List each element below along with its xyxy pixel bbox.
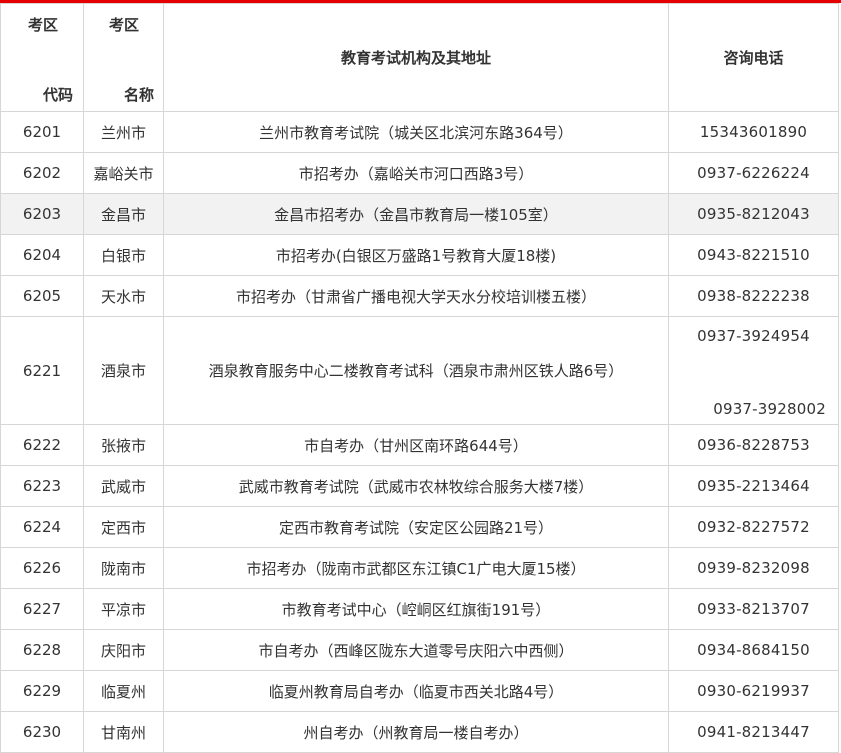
row-address: 金昌市招考办（金昌市教育局一楼105室）	[163, 193, 669, 235]
row-phone-multi: 0937-3924954 0937-3928002	[668, 316, 839, 425]
row-phone: 0941-8213447	[668, 711, 839, 753]
row-name: 天水市	[83, 275, 164, 317]
row-address: 定西市教育考试院（安定区公园路21号）	[163, 506, 669, 548]
row-phone: 0935-2213464	[668, 465, 839, 507]
header-code-top: 考区	[28, 16, 59, 34]
table-row: 6226 陇南市 市招考办（陇南市武都区东江镇C1广电大厦15楼） 0939-8…	[0, 547, 839, 589]
row-name: 酒泉市	[83, 316, 164, 425]
row-phone: 0933-8213707	[668, 588, 839, 630]
row-code: 6202	[0, 152, 84, 194]
row-code: 6230	[0, 711, 84, 753]
row-name: 张掖市	[83, 424, 164, 466]
row-address: 市自考办（西峰区陇东大道零号庆阳六中西侧）	[163, 629, 669, 671]
row-code: 6228	[0, 629, 84, 671]
row-address: 州自考办（州教育局一楼自考办）	[163, 711, 669, 753]
row-address: 市自考办（甘州区南环路644号）	[163, 424, 669, 466]
row-phone: 15343601890	[668, 111, 839, 153]
row-phone: 0930-6219937	[668, 670, 839, 712]
row-code: 6223	[0, 465, 84, 507]
row-phone: 0938-8222238	[668, 275, 839, 317]
header-name: 考区 名称	[83, 3, 164, 112]
row-address: 市教育考试中心（崆峒区红旗街191号）	[163, 588, 669, 630]
row-phone: 0939-8232098	[668, 547, 839, 589]
row-address: 兰州市教育考试院（城关区北滨河东路364号）	[163, 111, 669, 153]
row-name: 金昌市	[83, 193, 164, 235]
header-phone: 咨询电话	[668, 3, 839, 112]
header-name-top: 考区	[109, 16, 140, 34]
row-name: 陇南市	[83, 547, 164, 589]
table-row: 6201 兰州市 兰州市教育考试院（城关区北滨河东路364号） 15343601…	[0, 111, 839, 153]
table-row: 6205 天水市 市招考办（甘肃省广播电视大学天水分校培训楼五楼） 0938-8…	[0, 275, 839, 317]
row-code: 6229	[0, 670, 84, 712]
row-code: 6227	[0, 588, 84, 630]
row-code: 6201	[0, 111, 84, 153]
row-code: 6203	[0, 193, 84, 235]
table-row: 6221 酒泉市 酒泉教育服务中心二楼教育考试科（酒泉市肃州区铁人路6号） 09…	[0, 316, 839, 425]
header-address: 教育考试机构及其地址	[163, 3, 669, 112]
row-phone-secondary: 0937-3928002	[713, 400, 826, 418]
header-name-bottom: 名称	[124, 86, 155, 104]
row-name: 临夏州	[83, 670, 164, 712]
row-address: 武威市教育考试院（武威市农林牧综合服务大楼7楼）	[163, 465, 669, 507]
row-phone: 0934-8684150	[668, 629, 839, 671]
table-row: 6230 甘南州 州自考办（州教育局一楼自考办） 0941-8213447	[0, 711, 839, 753]
row-address: 临夏州教育局自考办（临夏市西关北路4号）	[163, 670, 669, 712]
table-row: 6228 庆阳市 市自考办（西峰区陇东大道零号庆阳六中西侧） 0934-8684…	[0, 629, 839, 671]
row-phone: 0936-8228753	[668, 424, 839, 466]
row-name: 甘南州	[83, 711, 164, 753]
header-code: 考区 代码	[0, 3, 84, 112]
row-name: 白银市	[83, 234, 164, 276]
table-header-row: 考区 代码 考区 名称 教育考试机构及其地址 咨询电话	[0, 3, 839, 112]
row-code: 6222	[0, 424, 84, 466]
table-row: 6227 平凉市 市教育考试中心（崆峒区红旗街191号） 0933-821370…	[0, 588, 839, 630]
row-phone: 0935-8212043	[668, 193, 839, 235]
row-code: 6221	[0, 316, 84, 425]
row-code: 6204	[0, 234, 84, 276]
row-name: 嘉峪关市	[83, 152, 164, 194]
row-name: 定西市	[83, 506, 164, 548]
row-name: 平凉市	[83, 588, 164, 630]
row-phone: 0943-8221510	[668, 234, 839, 276]
row-name: 兰州市	[83, 111, 164, 153]
row-code: 6226	[0, 547, 84, 589]
row-address: 酒泉教育服务中心二楼教育考试科（酒泉市肃州区铁人路6号）	[163, 316, 669, 425]
table-row: 6204 白银市 市招考办(白银区万盛路1号教育大厦18楼) 0943-8221…	[0, 234, 839, 276]
row-address: 市招考办（嘉峪关市河口西路3号）	[163, 152, 669, 194]
row-name: 武威市	[83, 465, 164, 507]
exam-office-table: 考区 代码 考区 名称 教育考试机构及其地址 咨询电话 6201 兰州市 兰州市…	[0, 3, 839, 753]
table-row: 6223 武威市 武威市教育考试院（武威市农林牧综合服务大楼7楼） 0935-2…	[0, 465, 839, 507]
row-phone: 0932-8227572	[668, 506, 839, 548]
table-row: 6229 临夏州 临夏州教育局自考办（临夏市西关北路4号） 0930-62199…	[0, 670, 839, 712]
row-phone: 0937-3924954	[697, 327, 810, 345]
table-row: 6222 张掖市 市自考办（甘州区南环路644号） 0936-8228753	[0, 424, 839, 466]
table-row: 6202 嘉峪关市 市招考办（嘉峪关市河口西路3号） 0937-6226224	[0, 152, 839, 194]
row-address: 市招考办(白银区万盛路1号教育大厦18楼)	[163, 234, 669, 276]
row-name: 庆阳市	[83, 629, 164, 671]
row-address: 市招考办（甘肃省广播电视大学天水分校培训楼五楼）	[163, 275, 669, 317]
table-row-highlighted: 6203 金昌市 金昌市招考办（金昌市教育局一楼105室） 0935-82120…	[0, 193, 839, 235]
table-row: 6224 定西市 定西市教育考试院（安定区公园路21号） 0932-822757…	[0, 506, 839, 548]
row-phone: 0937-6226224	[668, 152, 839, 194]
header-code-bottom: 代码	[43, 86, 74, 104]
row-code: 6205	[0, 275, 84, 317]
row-address: 市招考办（陇南市武都区东江镇C1广电大厦15楼）	[163, 547, 669, 589]
row-code: 6224	[0, 506, 84, 548]
